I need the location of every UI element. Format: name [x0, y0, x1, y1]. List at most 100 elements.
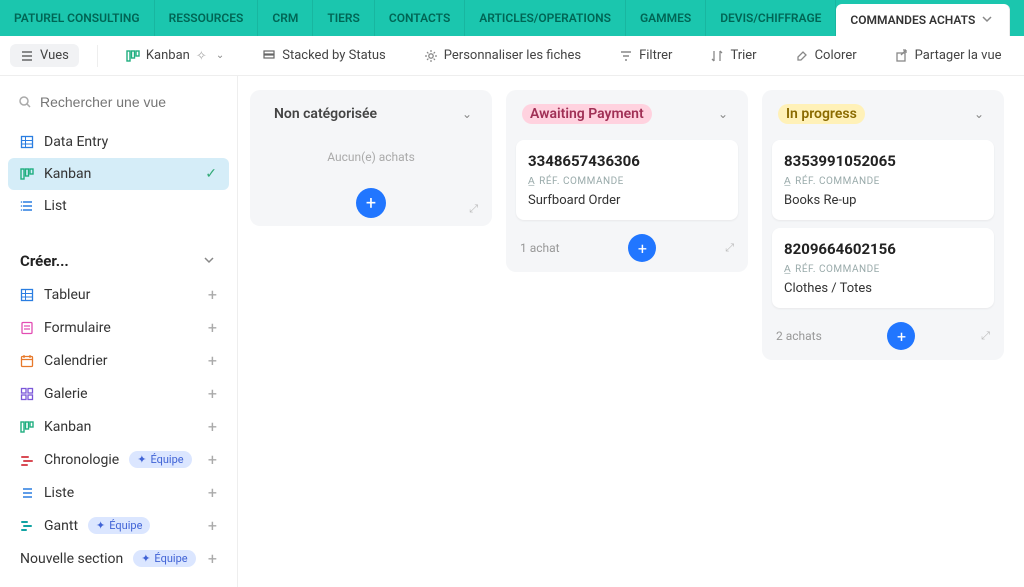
- color-button[interactable]: Colorer: [785, 44, 867, 67]
- card-id: 8353991052065: [784, 152, 982, 170]
- expand-icon[interactable]: ⤢: [725, 241, 734, 255]
- tab-tiers[interactable]: TIERS: [313, 0, 375, 36]
- label: Formulaire: [44, 320, 111, 336]
- gallery-icon: [20, 387, 34, 401]
- text-icon: A̲: [784, 176, 791, 187]
- expand-icon[interactable]: ⤢: [981, 329, 990, 343]
- stacked-by-button[interactable]: Stacked by Status: [252, 44, 396, 67]
- list-icon: [20, 486, 34, 500]
- label: Personnaliser les fiches: [444, 48, 581, 63]
- share-icon: [895, 49, 909, 63]
- team-badge: ✦ Équipe: [129, 451, 191, 468]
- label: Vues: [40, 48, 69, 63]
- label: Nouvelle section: [20, 551, 123, 567]
- kanban-icon: [20, 420, 34, 434]
- create-galerie[interactable]: Galerie +: [8, 377, 229, 410]
- create-formulaire[interactable]: Formulaire +: [8, 311, 229, 344]
- add-card-button[interactable]: +: [887, 322, 915, 350]
- label: Kanban: [44, 166, 91, 182]
- card-meta: A̲ RÉF. COMMANDE: [784, 176, 982, 187]
- gear-icon: [424, 49, 438, 63]
- chevron-down-icon[interactable]: ⌄: [970, 105, 988, 123]
- create-liste[interactable]: Liste +: [8, 476, 229, 509]
- search-input[interactable]: [40, 94, 219, 110]
- check-icon: ✓: [205, 166, 217, 182]
- kanban-card[interactable]: 8209664602156 A̲ RÉF. COMMANDE Clothes /…: [772, 228, 994, 308]
- kanban-card[interactable]: 3348657436306 A̲ RÉF. COMMANDE Surfboard…: [516, 140, 738, 220]
- calendar-icon: [20, 354, 34, 368]
- tab-po-items[interactable]: p.o. items: [1010, 0, 1024, 36]
- add-card-button[interactable]: +: [356, 188, 386, 218]
- column-title: Awaiting Payment: [522, 104, 652, 124]
- plus-icon: +: [208, 450, 217, 469]
- label: Calendrier: [44, 353, 108, 369]
- label: Kanban: [146, 48, 190, 63]
- chevron-down-icon: [981, 13, 995, 27]
- tab-commandes-achats[interactable]: COMMANDES ACHATS: [836, 4, 1010, 36]
- label: Data Entry: [44, 134, 108, 150]
- label: List: [44, 198, 67, 214]
- sidebar-view-kanban[interactable]: Kanban ✓: [8, 158, 229, 190]
- plus-icon: +: [208, 351, 217, 370]
- sidebar-view-data-entry[interactable]: Data Entry: [8, 126, 229, 158]
- column-count: 2 achats: [776, 329, 822, 343]
- chevron-down-icon: [203, 254, 217, 268]
- label: Chronologie: [44, 452, 119, 468]
- tab-devis[interactable]: DEVIS/CHIFFRAGE: [706, 0, 836, 36]
- text-icon: A̲: [784, 264, 791, 275]
- tab-crm[interactable]: CRM: [258, 0, 313, 36]
- sidebar-view-list[interactable]: List: [8, 190, 229, 222]
- share-view-button[interactable]: Partager la vue: [885, 44, 1012, 67]
- card-meta: A̲ RÉF. COMMANDE: [784, 264, 982, 275]
- label: Créer...: [20, 252, 69, 270]
- label: Stacked by Status: [282, 48, 386, 63]
- list-icon: [20, 199, 34, 213]
- kanban-card[interactable]: 8353991052065 A̲ RÉF. COMMANDE Books Re-…: [772, 140, 994, 220]
- create-kanban[interactable]: Kanban +: [8, 410, 229, 443]
- kanban-icon: [126, 49, 140, 63]
- create-calendrier[interactable]: Calendrier +: [8, 344, 229, 377]
- kanban-icon: [20, 167, 34, 181]
- tab-paturel[interactable]: PATUREL CONSULTING: [0, 0, 155, 36]
- label: Partager la vue: [915, 48, 1002, 63]
- plus-icon: +: [208, 516, 217, 535]
- main-area: Data Entry Kanban ✓ List Créer... Tableu…: [0, 76, 1024, 587]
- tab-articles[interactable]: ARTICLES/OPERATIONS: [465, 0, 626, 36]
- filter-button[interactable]: Filtrer: [609, 44, 682, 67]
- tab-gammes[interactable]: GAMMES: [626, 0, 706, 36]
- create-gantt[interactable]: Gantt ✦ Équipe +: [8, 509, 229, 542]
- column-title: Non catégorisée: [266, 104, 385, 124]
- paint-icon: [795, 49, 809, 63]
- plus-icon: +: [208, 384, 217, 403]
- text-icon: A̲: [528, 176, 535, 187]
- chevron-down-icon[interactable]: ⌄: [714, 105, 732, 123]
- add-card-button[interactable]: +: [628, 234, 656, 262]
- column-title: In progress: [778, 104, 865, 124]
- plus-icon: +: [208, 483, 217, 502]
- timeline-icon: [20, 453, 34, 467]
- toolbar: Vues Kanban ✧ ⌄ Stacked by Status Person…: [0, 36, 1024, 76]
- card-meta: A̲ RÉF. COMMANDE: [528, 176, 726, 187]
- top-tab-bar: PATUREL CONSULTING RESSOURCES CRM TIERS …: [0, 0, 1024, 36]
- card-title: Surfboard Order: [528, 193, 726, 208]
- plus-icon: +: [208, 318, 217, 337]
- create-section[interactable]: Nouvelle section ✦ Équipe +: [8, 542, 229, 575]
- kanban-column-uncategorized: Non catégorisée ⌄ Aucun(e) achats + ⤢: [250, 90, 492, 226]
- kanban-column-in-progress: In progress ⌄ 8353991052065 A̲ RÉF. COMM…: [762, 90, 1004, 360]
- create-chronologie[interactable]: Chronologie ✦ Équipe +: [8, 443, 229, 476]
- search-icon: [18, 95, 32, 109]
- sort-button[interactable]: Trier: [700, 44, 766, 67]
- label: Gantt: [44, 518, 78, 534]
- views-button[interactable]: Vues: [10, 44, 79, 67]
- search-view[interactable]: [8, 88, 229, 116]
- customize-cards-button[interactable]: Personnaliser les fiches: [414, 44, 591, 67]
- chevron-down-icon[interactable]: ⌄: [458, 105, 476, 123]
- kanban-selector[interactable]: Kanban ✧ ⌄: [116, 44, 234, 67]
- create-section-toggle[interactable]: Créer...: [8, 244, 229, 278]
- expand-icon[interactable]: ⤢: [469, 202, 478, 216]
- tab-contacts[interactable]: CONTACTS: [375, 0, 465, 36]
- divider: [97, 45, 98, 67]
- form-icon: [20, 321, 34, 335]
- create-tableur[interactable]: Tableur +: [8, 278, 229, 311]
- tab-ressources[interactable]: RESSOURCES: [155, 0, 259, 36]
